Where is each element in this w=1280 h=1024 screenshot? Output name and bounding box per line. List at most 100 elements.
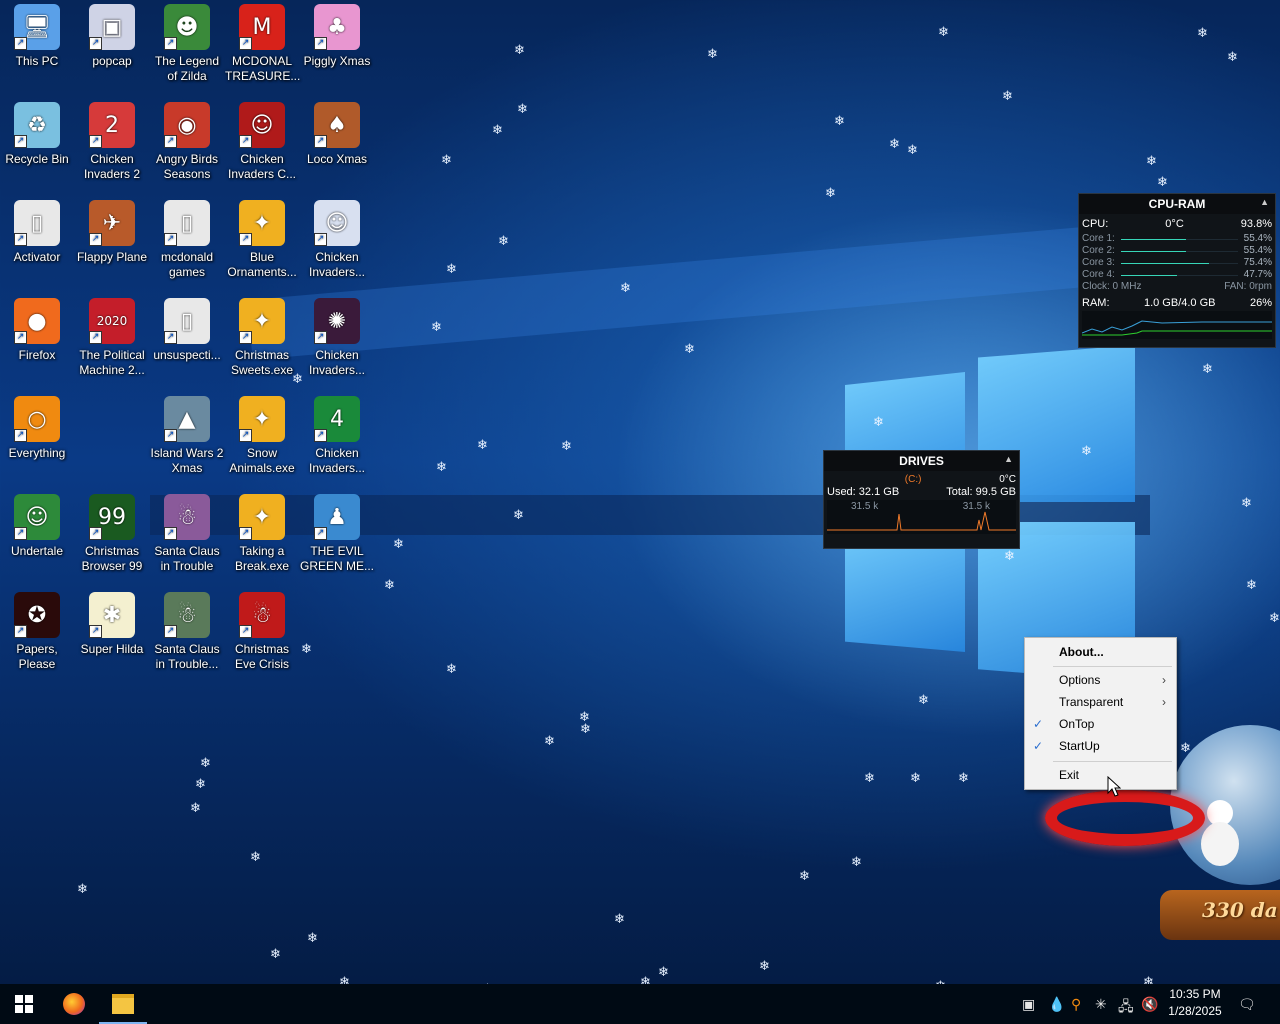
taskbar[interactable]: ▣ 💧 ⚲ ✳ 🖧 🔇 10:35 PM 1/28/2025 🗨 [0,984,1280,1024]
desktop-icon[interactable]: ✪ ↗ Papers, Please [0,592,74,672]
desktop-icon[interactable]: ▯ ↗ Activator [0,200,74,265]
app-icon: ▣ ↗ [89,4,135,50]
desktop-icon[interactable]: ☃ ↗ Santa Claus in Trouble [150,494,224,574]
snowflake: ❄ [301,642,312,657]
droplet-icon[interactable]: 💧 [1048,996,1065,1013]
mouse-cursor-icon [1107,776,1121,797]
desktop-icon[interactable]: ✈ ↗ Flappy Plane [75,200,149,265]
menu-item-startup[interactable]: ✓ StartUp [1025,736,1176,756]
desktop-icon[interactable]: ☻ ↗ The Legend of Zilda [150,4,224,84]
desktop-icon[interactable]: ▯ ↗ mcdonald games [150,200,224,280]
snowflake: ❄ [77,882,88,897]
desktop-icon[interactable]: ▲ ↗ Island Wars 2 Xmas [150,396,224,476]
taskbar-file-explorer[interactable] [99,984,147,1024]
app-icon: M ↗ [239,4,285,50]
desktop-icon[interactable]: ✦ ↗ Blue Ornaments... [225,200,299,280]
snowflake: ❄ [1197,26,1208,41]
snowflake: ❄ [707,47,718,62]
desktop-icon[interactable]: ◉ ↗ Angry Birds Seasons [150,102,224,182]
network-icon[interactable]: 🖧 [1118,996,1134,1020]
collapse-arrow-icon[interactable]: ▲ [1004,454,1013,464]
desktop-icon[interactable]: ▯ ↗ unsuspecti... [150,298,224,363]
collapse-arrow-icon[interactable]: ▲ [1260,197,1269,207]
desktop-icon[interactable]: ✦ ↗ Christmas Sweets.exe [225,298,299,378]
desktop-icon[interactable]: ● ↗ Firefox [0,298,74,363]
desktop-icon[interactable]: 2020 ↗ The Political Machine 2... [75,298,149,378]
snowflake: ❄ [580,722,591,737]
shortcut-arrow-icon: ↗ [14,233,27,246]
desktop-icon-label: The Political Machine 2... [79,348,145,377]
menu-item-about[interactable]: About... [1025,642,1176,662]
desktop-icon[interactable]: ▣ ↗ popcap [75,4,149,69]
app-icon: ✦ ↗ [239,396,285,442]
snowflake: ❄ [441,153,452,168]
shortcut-arrow-icon: ↗ [239,331,252,344]
action-center-icon[interactable]: 🗨 [1238,996,1256,1013]
shortcut-arrow-icon: ↗ [239,625,252,638]
desktop-icon[interactable]: ☺ ↗ Undertale [0,494,74,559]
shortcut-arrow-icon: ↗ [14,527,27,540]
desktop-icon[interactable]: ○ ↗ Everything [0,396,74,461]
taskbar-clock[interactable]: 10:35 PM 1/28/2025 [1160,986,1230,1020]
taskbar-firefox[interactable] [50,984,98,1024]
desktop-icon[interactable]: ✺ ↗ Chicken Invaders... [300,298,374,378]
tray-context-menu[interactable]: About... Options › Transparent › ✓ OnTop… [1024,637,1177,790]
desktop-icon-label: Santa Claus in Trouble [154,544,220,573]
desktop-icon[interactable]: 🖥 ↗ This PC [0,4,74,69]
desktop-icon[interactable]: ☃ ↗ Santa Claus in Trouble... [150,592,224,672]
desktop-icon[interactable]: ✦ ↗ Taking a Break.exe [225,494,299,574]
snowman-figure [1200,800,1240,880]
desktop-icon[interactable]: 99 ↗ Christmas Browser 99 [75,494,149,574]
app-icon: ☺ ↗ [239,102,285,148]
snowflake: ❄ [190,801,201,816]
desktop-icon[interactable]: M ↗ MCDONAL TREASURE... [225,4,300,84]
core-row: Core 2: 55.4% [1079,245,1275,257]
desktop-icon-label: Snow Animals.exe [229,446,295,475]
desktop-icon[interactable]: 4 ↗ Chicken Invaders... [300,396,374,476]
desktop-icon-label: The Legend of Zilda [154,54,220,83]
desktop-icon[interactable]: ♣ ↗ Piggly Xmas [300,4,374,69]
menu-item-options[interactable]: Options › [1025,670,1176,690]
search-everything-icon[interactable]: ⚲ [1071,996,1081,1013]
menu-item-ontop[interactable]: ✓ OnTop [1025,714,1176,734]
desktop-icon[interactable]: ♟ ↗ THE EVIL GREEN ME... [300,494,374,574]
clock-readout: Clock: 0 MHz [1082,281,1142,292]
desktop-icon[interactable]: ♠ ↗ Loco Xmas [300,102,374,167]
cpu-ram-gadget[interactable]: CPU-RAM ▲ CPU: 0°C 93.8% Core 1: 55.4% Cor… [1078,193,1276,348]
drives-gadget[interactable]: DRIVES ▲ (C:) 0°C Used: 32.1 GB Total: 9… [823,450,1020,549]
drives-header[interactable]: DRIVES ▲ [824,451,1019,471]
menu-item-options-label: Options [1059,673,1101,687]
shortcut-arrow-icon: ↗ [239,527,252,540]
snowflake-icon[interactable]: ✳ [1095,996,1107,1013]
app-tray-icon[interactable]: ▣ [1022,996,1035,1013]
start-button[interactable] [0,984,48,1024]
shortcut-arrow-icon: ↗ [239,233,252,246]
desktop-icon[interactable]: ☃ ↗ Christmas Eve Crisis [225,592,299,672]
desktop-icon[interactable]: ✦ ↗ Snow Animals.exe [225,396,299,476]
windows-logo-icon [15,995,33,1013]
core-label: Core 1: [1082,233,1115,244]
shortcut-arrow-icon: ↗ [164,527,177,540]
app-icon: ☺ ↗ [14,494,60,540]
shortcut-arrow-icon: ↗ [314,429,327,442]
core-usage-fill [1120,262,1209,264]
menu-item-transparent[interactable]: Transparent › [1025,692,1176,712]
desktop-icon[interactable]: ♻ ↗ Recycle Bin [0,102,74,167]
file-explorer-icon [112,994,134,1014]
shortcut-arrow-icon: ↗ [164,429,177,442]
app-icon: 2020 ↗ [89,298,135,344]
menu-item-exit[interactable]: Exit [1025,765,1176,785]
desktop-icon[interactable]: ☺ ↗ Chicken Invaders C... [225,102,299,182]
snowflake: ❄ [270,947,281,962]
cpu-ram-header[interactable]: CPU-RAM ▲ [1079,194,1275,214]
submenu-arrow-icon: › [1162,673,1166,687]
app-icon: ✦ ↗ [239,298,285,344]
snowflake: ❄ [393,537,404,552]
core-usage-bar [1120,262,1238,264]
desktop-icon[interactable]: 2 ↗ Chicken Invaders 2 [75,102,149,182]
core-value: 75.4% [1243,257,1272,268]
desktop-icon[interactable]: ☺ ↗ Chicken Invaders... [300,200,374,280]
desktop-icon[interactable]: ✱ ↗ Super Hilda [75,592,149,657]
volume-muted-icon[interactable]: 🔇 [1141,996,1158,1013]
desktop-icon-label: Chicken Invaders 2 [83,152,141,181]
